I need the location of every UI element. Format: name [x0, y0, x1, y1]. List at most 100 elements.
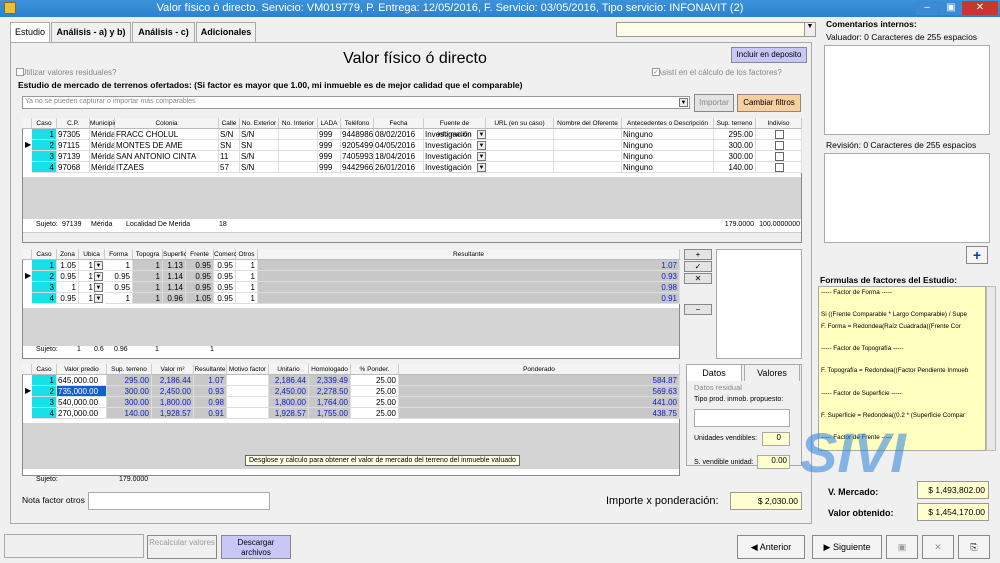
nota-factor-input[interactable] — [88, 492, 270, 510]
case-number: 1 — [32, 375, 57, 386]
chevron-down-icon[interactable]: ▼ — [477, 152, 486, 161]
chevron-down-icon[interactable]: ▼ — [477, 141, 486, 150]
next-button[interactable]: ▶ Siguiente — [812, 535, 882, 559]
frente-cell: 0.95 — [186, 260, 214, 271]
url-cell[interactable] — [486, 151, 554, 162]
url-cell[interactable] — [486, 129, 554, 140]
frente-cell: 0.95 — [186, 271, 214, 282]
indiviso-checkbox[interactable] — [775, 141, 784, 150]
comments-heading: Comentarios internos: — [826, 19, 917, 29]
assisted-checkbox[interactable]: ✓ ¿Asistí en el cálculo de los factores? — [652, 68, 782, 77]
oferente-cell — [554, 140, 622, 151]
url-cell[interactable] — [486, 162, 554, 173]
nota-factor-label: Nota factor otros — [22, 495, 85, 505]
column-header: Colonia — [115, 118, 219, 129]
tab-analisis-c[interactable]: Análisis - c) — [132, 22, 195, 42]
chevron-down-icon[interactable]: ▼ — [94, 283, 103, 292]
assisted-label: ¿Asistí en el cálculo de los factores? — [652, 68, 782, 77]
tab-estudio[interactable]: Estudio — [10, 22, 50, 42]
homologado-cell: 1,764.00 — [309, 397, 351, 408]
revision-label: Revisión: 0 Caracteres de 255 espacios — [826, 140, 977, 150]
tab-adicionales[interactable]: Adicionales — [196, 22, 256, 42]
add-row-button[interactable]: + — [684, 249, 712, 260]
chevron-down-icon[interactable]: ▼ — [94, 272, 103, 281]
superficie-cell: 1.14 — [163, 282, 186, 293]
valor-m2-cell: 2,450.00 — [152, 386, 194, 397]
vertical-scrollbar[interactable] — [986, 286, 996, 451]
zona-cell: 0.95 — [57, 293, 79, 304]
subject-label: Sujeto: — [36, 476, 58, 483]
chevron-down-icon[interactable]: ▼ — [94, 294, 103, 303]
tab-valores[interactable]: Valores — [744, 364, 800, 381]
checkbox-box[interactable] — [16, 68, 24, 76]
topografia-cell: 1 — [133, 293, 163, 304]
chevron-down-icon[interactable]: ▼ — [679, 98, 688, 107]
accept-button[interactable]: ✓ — [684, 261, 712, 272]
minimize-button[interactable]: – — [916, 1, 938, 15]
motivo-factor-cell[interactable] — [227, 386, 269, 397]
indiviso-checkbox[interactable] — [775, 130, 784, 139]
zona-cell: 1.05 — [57, 260, 79, 271]
oferente-cell — [554, 162, 622, 173]
cancel-button[interactable]: ✕ — [684, 273, 712, 284]
add-comment-button[interactable]: + — [966, 246, 988, 264]
valor-predio-cell[interactable]: 735,000.00 — [57, 386, 107, 397]
valor-predio-cell[interactable]: 270,000.00 — [57, 408, 107, 419]
checkbox-box[interactable]: ✓ — [652, 68, 660, 76]
change-filters-button[interactable]: Cambiar filtros — [737, 94, 801, 112]
recalc-button[interactable]: Recalcular valores — [147, 535, 217, 559]
tab-analisis-ab[interactable]: Análisis - a) y b) — [51, 22, 131, 42]
otros-cell: 1 — [236, 271, 258, 282]
comercial-cell: 0.95 — [214, 260, 236, 271]
previous-button[interactable]: ◀ Anterior — [737, 535, 805, 559]
chevron-down-icon[interactable]: ▼ — [477, 163, 486, 172]
maximize-button[interactable]: ▣ — [940, 1, 962, 15]
include-deposit-button[interactable]: Incluir en deposito — [731, 47, 807, 63]
tab-datos[interactable]: Datos — [686, 364, 742, 381]
indiviso-checkbox[interactable] — [775, 163, 784, 172]
horizontal-scrollbar[interactable] — [23, 232, 801, 242]
comparables-search-input[interactable]: Ya no se pueden capturar o importar más … — [22, 96, 690, 109]
indiviso-checkbox[interactable] — [775, 152, 784, 161]
grid-empty-area — [23, 308, 679, 346]
unidades-stepper[interactable]: 0 — [762, 432, 790, 446]
ponder-cell: 25.00 — [351, 375, 399, 386]
column-header: Calle — [219, 118, 240, 129]
valuador-comment-input[interactable] — [824, 45, 990, 135]
forma-cell: 0.95 — [105, 282, 133, 293]
valor-predio-cell[interactable]: 645,000.00 — [57, 375, 107, 386]
antecedentes-cell: Ninguno — [622, 151, 714, 162]
save-button[interactable]: ▣ — [886, 535, 918, 559]
revision-comment-input[interactable] — [824, 153, 990, 243]
close-button[interactable]: ✕ — [962, 1, 998, 15]
ponderado-cell: 584.87 — [399, 375, 680, 386]
url-cell[interactable] — [486, 140, 554, 151]
resultante-cell: 0.98 — [258, 282, 680, 293]
chevron-down-icon[interactable]: ▼ — [477, 130, 486, 139]
column-header: Resultante — [194, 364, 227, 375]
resultante-cell: 1.07 — [258, 260, 680, 271]
motivo-factor-cell[interactable] — [227, 375, 269, 386]
chevron-down-icon[interactable]: ▼ — [94, 261, 103, 270]
download-files-button[interactable]: Descargar archivos — [221, 535, 291, 559]
column-header: Teléfono — [341, 118, 374, 129]
exit-button[interactable]: ⎘ — [958, 535, 990, 559]
close-icon: ✕ — [934, 542, 942, 552]
remove-row-button[interactable]: − — [684, 304, 712, 315]
top-combo[interactable]: ▼ — [616, 22, 816, 37]
residual-checkbox[interactable]: ¿Utilizar valores residuales? — [16, 68, 116, 77]
comercial-cell: 0.95 — [214, 282, 236, 293]
motivo-factor-cell[interactable] — [227, 397, 269, 408]
comparables-grid-body: Caso C.P. Municipio Colonia Calle No. Exterio… — [22, 118, 802, 178]
subject-sup: 179.0000 — [119, 476, 149, 483]
motivo-factor-cell[interactable] — [227, 408, 269, 419]
grid-empty-area — [23, 177, 801, 219]
s-vendible-input[interactable]: 0.00 — [757, 455, 790, 469]
valor-predio-cell[interactable]: 540,000.00 — [57, 397, 107, 408]
discard-button[interactable]: ✕ — [922, 535, 954, 559]
sup-terreno-cell: 140.00 — [714, 162, 756, 173]
import-button[interactable]: Importar — [694, 94, 734, 112]
oferente-cell — [554, 151, 622, 162]
subject-sup: 179.0000 — [724, 221, 754, 228]
tipo-prod-input[interactable] — [694, 409, 790, 427]
